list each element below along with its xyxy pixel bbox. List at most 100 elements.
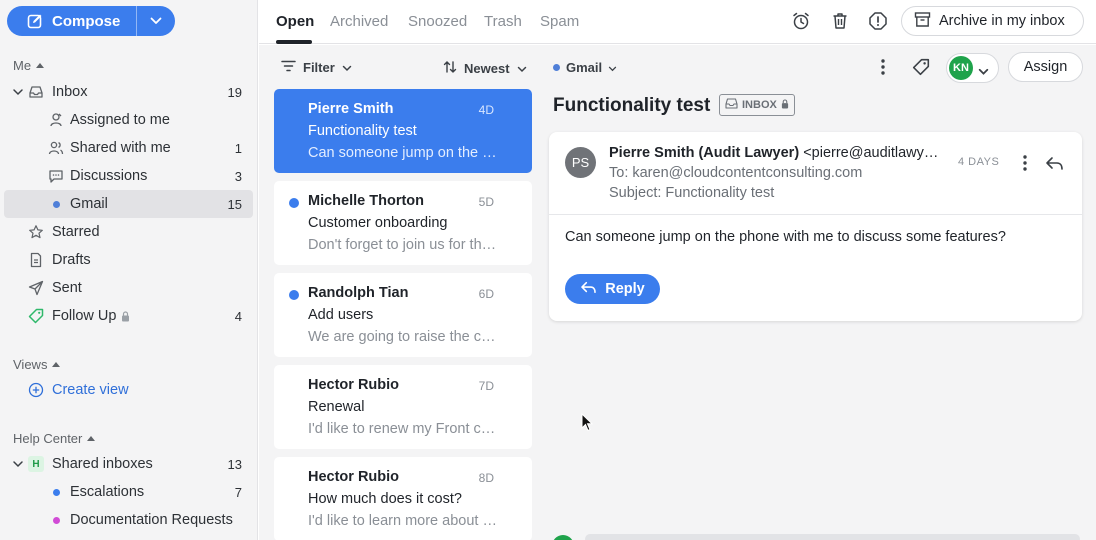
filter-label: Filter: [303, 60, 335, 75]
sidebar: Compose Me Inbox 19 Assigned to me Share…: [0, 0, 258, 540]
sidebar-item-discussions[interactable]: Discussions 3: [4, 162, 253, 190]
sidebar-item-count: 1: [234, 140, 242, 156]
chevron-down-icon[interactable]: [12, 458, 24, 470]
sort-dropdown[interactable]: Newest: [443, 60, 527, 77]
message-preview: I'd like to renew my Front contract: [308, 421, 500, 437]
unread-dot-icon: [289, 290, 299, 300]
message-date: 8D: [478, 471, 494, 485]
reply-arrow-icon[interactable]: [1043, 152, 1065, 174]
tag-icon[interactable]: [910, 56, 932, 78]
trash-icon[interactable]: [829, 10, 851, 32]
create-view-link[interactable]: Create view: [4, 376, 253, 404]
sidebar-item-follow-up[interactable]: Follow Up 4: [4, 302, 253, 330]
message-subject: Customer onboarding: [308, 215, 448, 231]
compose-button[interactable]: Compose: [7, 6, 175, 36]
list-item[interactable]: Randolph Tian 6D Add users We are going …: [274, 273, 532, 357]
active-tab-indicator: [276, 40, 312, 44]
compose-chevron-down-icon[interactable]: [137, 6, 175, 36]
lock-icon: [120, 308, 130, 324]
sidebar-item-count: 3: [234, 168, 242, 184]
sidebar-item-count: 15: [227, 196, 242, 212]
sidebar-item-starred[interactable]: Starred: [4, 218, 253, 246]
team-badge-icon: H: [28, 456, 44, 472]
message-date: 7D: [478, 379, 494, 393]
sort-arrows-icon: [443, 60, 457, 77]
message-date: 4D: [478, 103, 494, 117]
tab-open[interactable]: Open: [276, 13, 314, 30]
sidebar-item-escalations[interactable]: Escalations 7: [4, 478, 253, 506]
sidebar-item-label: Assigned to me: [70, 112, 170, 128]
chevron-down-icon: [978, 63, 989, 79]
sidebar-item-label: Escalations: [70, 484, 145, 500]
reply-button[interactable]: Reply: [565, 274, 660, 304]
filter-dropdown[interactable]: Filter: [281, 60, 352, 75]
message-sender: Hector Rubio: [308, 377, 400, 393]
sidebar-item-label: Shared with me: [70, 140, 171, 156]
archive-in-my-inbox-button[interactable]: Archive in my inbox: [901, 6, 1084, 36]
conversation-list: Filter Newest Pierre Smith 4D Functional…: [259, 45, 545, 540]
section-me-label: Me: [13, 58, 32, 73]
sidebar-item-label: Gmail: [70, 196, 108, 212]
section-views[interactable]: Views: [13, 357, 61, 372]
conversation-pane: Gmail KN Assign Functionality test INBOX…: [545, 45, 1096, 540]
sidebar-item-shared-inboxes[interactable]: H Shared inboxes 13: [4, 450, 253, 478]
collapse-triangle-icon: [52, 362, 61, 367]
sidebar-item-assigned-to-me[interactable]: Assigned to me: [4, 106, 253, 134]
gmail-dot-icon: [553, 64, 560, 71]
users-icon: [48, 140, 64, 156]
message-sender: Randolph Tian: [308, 285, 409, 301]
lock-icon: [781, 98, 789, 112]
avatar: PS: [565, 147, 596, 178]
inbox-selector[interactable]: Gmail: [553, 60, 617, 75]
sender-name: Pierre Smith (Audit Lawyer): [609, 145, 800, 161]
reply-arrow-icon: [580, 281, 597, 298]
section-help-center-label: Help Center: [13, 431, 83, 446]
plus-circle-icon: [28, 382, 44, 398]
chevron-down-icon[interactable]: [12, 86, 24, 98]
message-subject: Add users: [308, 307, 374, 323]
sidebar-item-documentation-requests[interactable]: Documentation Requests: [4, 506, 253, 534]
avatar: KN: [949, 56, 973, 80]
badge-label: INBOX: [742, 99, 777, 111]
sidebar-item-label: Discussions: [70, 168, 148, 184]
composer-input-bar[interactable]: [585, 534, 1080, 540]
sidebar-item-gmail[interactable]: Gmail 15: [4, 190, 253, 218]
section-help-center[interactable]: Help Center: [13, 431, 96, 446]
list-item[interactable]: Hector Rubio 8D How much does it cost? I…: [274, 457, 532, 540]
message-more-options-icon[interactable]: [1014, 152, 1036, 174]
sidebar-item-shared-with-me[interactable]: Shared with me 1: [4, 134, 253, 162]
message-subject: How much does it cost?: [308, 491, 462, 507]
conversation-title: Functionality test: [553, 95, 711, 116]
tab-archived[interactable]: Archived: [330, 13, 388, 30]
reply-label: Reply: [605, 281, 645, 297]
message-date: 5D: [478, 195, 494, 209]
tab-trash[interactable]: Trash: [484, 13, 522, 30]
sender-email: <pierre@auditlawyer.com>: [803, 145, 945, 161]
snooze-alarm-clock-icon[interactable]: [790, 10, 812, 32]
sidebar-item-drafts[interactable]: Drafts: [4, 246, 253, 274]
sidebar-item-label: Sent: [52, 280, 82, 296]
inbox-icon: [28, 84, 44, 100]
archive-label: Archive in my inbox: [939, 13, 1065, 29]
more-options-vertical-icon[interactable]: [872, 56, 894, 78]
draft-document-icon: [28, 252, 44, 268]
tab-spam[interactable]: Spam: [540, 13, 579, 30]
compose-main[interactable]: Compose: [7, 6, 136, 36]
filter-icon: [281, 60, 296, 75]
list-item[interactable]: Michelle Thorton 5D Customer onboarding …: [274, 181, 532, 265]
sidebar-item-inbox[interactable]: Inbox 19: [4, 78, 253, 106]
tab-snoozed[interactable]: Snoozed: [408, 13, 467, 30]
section-me[interactable]: Me: [13, 58, 45, 73]
message-card: PS Pierre Smith (Audit Lawyer) <pierre@a…: [549, 132, 1082, 321]
archive-box-icon: [914, 11, 931, 32]
message-preview: I'd like to learn more about pricing: [308, 513, 500, 529]
list-item[interactable]: Pierre Smith 4D Functionality test Can s…: [274, 89, 532, 173]
section-views-label: Views: [13, 357, 48, 372]
mouse-cursor-icon: [581, 413, 593, 432]
assign-button[interactable]: Assign: [1008, 52, 1083, 82]
sidebar-item-sent[interactable]: Sent: [4, 274, 253, 302]
spam-alert-icon[interactable]: [867, 10, 889, 32]
list-item[interactable]: Hector Rubio 7D Renewal I'd like to rene…: [274, 365, 532, 449]
sidebar-item-count: 4: [234, 308, 242, 324]
sidebar-item-count: 19: [227, 84, 242, 100]
